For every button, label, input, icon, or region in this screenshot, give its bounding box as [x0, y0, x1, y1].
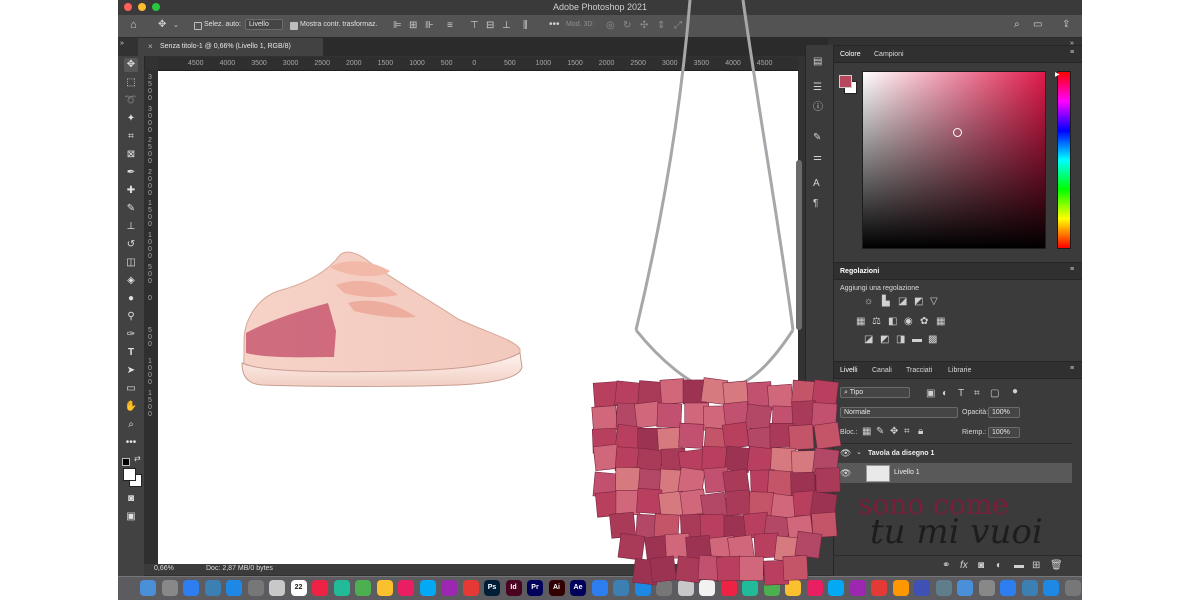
sequin-tile [815, 467, 841, 493]
sequin-tile [738, 556, 764, 581]
overlay-caption: sono come tu mi vuoi [848, 488, 1068, 558]
sequin-tile [659, 378, 686, 405]
sequin-tile [794, 530, 823, 559]
sequin-tile [782, 555, 809, 581]
caption-line-2: tu mi vuoi [870, 512, 1043, 552]
sequin-tile [813, 421, 842, 450]
screenshot: Adobe Photoshop 2021 ⌂ ✥ ⌄ Selez. auto: … [0, 0, 1200, 600]
sequin-tile [678, 422, 705, 449]
sequin-tile [721, 421, 750, 450]
sequin-tile [656, 402, 683, 429]
bag-chain-right [741, 0, 795, 331]
sequin-tile [636, 488, 663, 515]
sequin-tile [615, 466, 641, 492]
sequin-tile [744, 403, 773, 432]
sequin-tile [788, 424, 815, 451]
sequin-tile [617, 532, 646, 561]
bag-sequin-tiles [591, 377, 842, 586]
sequin-tile [591, 405, 618, 432]
bag-chain-left [634, 0, 692, 331]
sequin-tile [746, 445, 774, 474]
sequin-tile [649, 555, 677, 583]
sequin-tile [724, 489, 752, 516]
sequin-tile [716, 555, 742, 582]
sequin-tile [766, 469, 794, 496]
sequin-tile [699, 513, 726, 540]
